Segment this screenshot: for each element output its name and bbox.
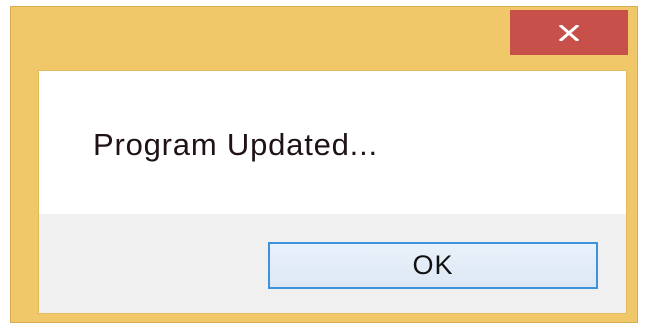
message-panel: Program Updated... xyxy=(39,71,626,214)
button-panel: OK xyxy=(39,214,626,313)
ok-button[interactable]: OK xyxy=(268,242,598,289)
message-text: Program Updated... xyxy=(93,127,378,162)
close-icon xyxy=(558,24,580,41)
message-dialog-window: Program Updated... OK xyxy=(10,6,638,323)
close-button[interactable] xyxy=(510,10,628,55)
dialog-client-area: Program Updated... OK xyxy=(38,70,627,314)
